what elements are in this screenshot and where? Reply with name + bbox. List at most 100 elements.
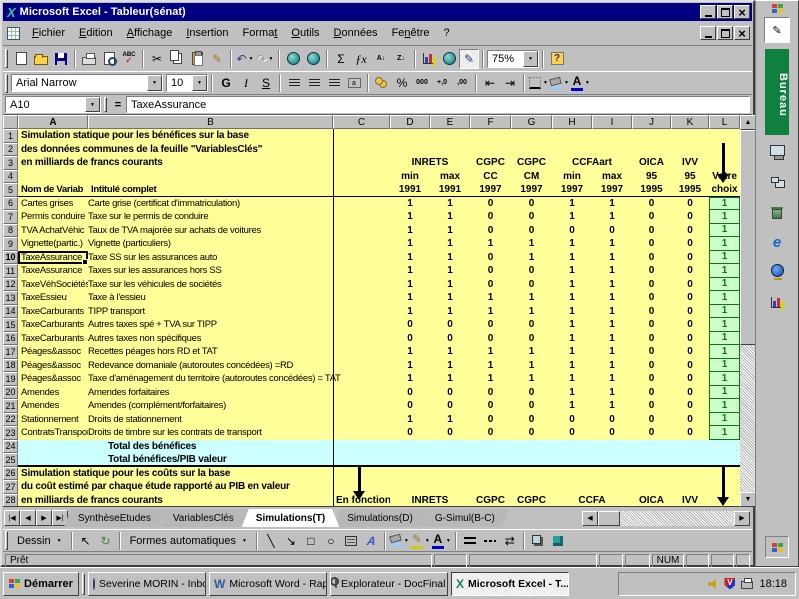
cell-L13[interactable]: 1 [709, 291, 740, 305]
row-header-25[interactable]: 25 [3, 453, 18, 467]
cell-A17[interactable]: Péages&assoc [18, 345, 88, 359]
cell-J15[interactable]: 0 [632, 318, 671, 332]
tab-prev-icon[interactable]: ◀ [20, 510, 36, 526]
task-button-1[interactable]: WMicrosoft Word - Rapp... [209, 572, 327, 596]
tab-first-icon[interactable]: |◀ [4, 510, 20, 526]
cell-K6[interactable]: 0 [671, 197, 709, 211]
cell-C11[interactable] [333, 264, 390, 278]
cell-J13[interactable]: 0 [632, 291, 671, 305]
cell-B13[interactable]: Taxe à l'essieu [88, 291, 333, 305]
cell-K7[interactable]: 0 [671, 210, 709, 224]
currency-icon[interactable] [372, 73, 392, 93]
cell-I11[interactable]: 1 [592, 264, 632, 278]
cell-G20[interactable]: 0 [511, 386, 552, 400]
cell-J18[interactable]: 0 [632, 359, 671, 373]
cell-F14[interactable]: 1 [470, 305, 511, 319]
cell-G12[interactable]: 0 [511, 278, 552, 292]
choice-header[interactable]: choix [709, 183, 740, 196]
new-note-button[interactable]: ✎ [764, 17, 790, 43]
cell-L21[interactable]: 1 [709, 399, 740, 413]
minimize-button[interactable] [700, 5, 716, 19]
cell-H19[interactable]: 1 [552, 372, 592, 386]
cell-B8[interactable]: Taux de TVA majorée sur achats de voitur… [88, 224, 333, 238]
workbook-restore-button[interactable] [717, 26, 733, 40]
cell-K9[interactable]: 0 [671, 237, 709, 251]
save-icon[interactable] [51, 49, 71, 69]
cell-L7[interactable]: 1 [709, 210, 740, 224]
cell-A11[interactable]: TaxeAssurance [18, 264, 88, 278]
paste-icon[interactable] [187, 49, 207, 69]
font-color-icon[interactable]: A▼ [431, 531, 452, 551]
row-header-15[interactable]: 15 [3, 318, 18, 332]
tab-synth-seetudes[interactable]: SynthèseEtudes [64, 509, 165, 527]
cell-F20[interactable]: 0 [470, 386, 511, 400]
font-size-combo[interactable]: 10 ▼ [166, 74, 208, 92]
bold-icon[interactable]: G [216, 73, 236, 93]
cell-G15[interactable]: 0 [511, 318, 552, 332]
cell-E13[interactable]: 1 [430, 291, 470, 305]
study-year-label[interactable]: 1997 [592, 183, 632, 196]
menu-item-1[interactable]: Edition [72, 24, 120, 42]
recycle-bin-button[interactable] [763, 199, 791, 225]
dash-style-icon[interactable] [480, 531, 500, 551]
redo-icon[interactable]: ↷▼ [255, 49, 275, 69]
cell-D9[interactable]: 1 [390, 237, 430, 251]
scroll-left-icon[interactable]: ◀ [582, 511, 598, 526]
select-all-corner[interactable] [3, 115, 18, 129]
cell-C9[interactable] [333, 237, 390, 251]
cell-I15[interactable]: 1 [592, 318, 632, 332]
cell-I13[interactable]: 1 [592, 291, 632, 305]
study-group-label[interactable]: CGPC [470, 156, 511, 170]
cell-B6[interactable]: Carte grise (certificat d'immatriculatio… [88, 197, 333, 211]
study-sub-label[interactable]: min [390, 170, 430, 184]
cell-A6[interactable]: Cartes grises [18, 197, 88, 211]
copy-icon[interactable] [167, 49, 187, 69]
cell-H20[interactable]: 1 [552, 386, 592, 400]
chevron-down-icon[interactable]: ▼ [192, 75, 207, 91]
cell-D22[interactable]: 1 [390, 413, 430, 427]
dessin-menu-button[interactable]: Dessin ▼ [11, 531, 68, 551]
cell-K19[interactable]: 0 [671, 372, 709, 386]
cell-K21[interactable]: 0 [671, 399, 709, 413]
autoshapes-menu-button[interactable]: Formes automatiques ▼ [124, 531, 253, 551]
cell-K22[interactable]: 0 [671, 413, 709, 427]
cell-I23[interactable]: 0 [592, 426, 632, 440]
cell-I16[interactable]: 1 [592, 332, 632, 346]
cell-L18[interactable]: 1 [709, 359, 740, 373]
decrease-indent-icon[interactable]: ⇤ [480, 73, 500, 93]
row-header-2[interactable]: 2 [3, 143, 18, 157]
cell-B21[interactable]: Amendes (complément/forfaitaires) [88, 399, 333, 413]
align-right-icon[interactable] [324, 73, 344, 93]
cell-L22[interactable]: 1 [709, 413, 740, 427]
cell-L8[interactable]: 1 [709, 224, 740, 238]
row-header-6[interactable]: 6 [3, 197, 18, 211]
cell-E11[interactable]: 1 [430, 264, 470, 278]
column-header-K[interactable]: K [671, 115, 709, 129]
cell-J8[interactable]: 0 [632, 224, 671, 238]
row-header-24[interactable]: 24 [3, 440, 18, 454]
column-header-E[interactable]: E [430, 115, 470, 129]
cell-C8[interactable] [333, 224, 390, 238]
cell-L6[interactable]: 1 [709, 197, 740, 211]
cell-F18[interactable]: 1 [470, 359, 511, 373]
cell-L10[interactable]: 1 [709, 251, 740, 265]
row-header-27[interactable]: 27 [3, 480, 18, 494]
cell-I12[interactable]: 1 [592, 278, 632, 292]
cell-H22[interactable]: 0 [552, 413, 592, 427]
column-header-H[interactable]: H [552, 115, 592, 129]
cell-E16[interactable]: 0 [430, 332, 470, 346]
study-sub-label[interactable]: 95 [671, 170, 709, 184]
drawing-icon[interactable]: ✎ [459, 49, 479, 69]
row-header-9[interactable]: 9 [3, 237, 18, 251]
cell-F13[interactable]: 1 [470, 291, 511, 305]
sort-descending-icon[interactable]: Z↓ [391, 49, 411, 69]
cell-C14[interactable] [333, 305, 390, 319]
row-header-1[interactable]: 1 [3, 129, 18, 143]
study-sub-label[interactable]: max [592, 170, 632, 184]
row-header-16[interactable]: 16 [3, 332, 18, 346]
rectangle-icon[interactable]: □ [301, 531, 321, 551]
cell-I19[interactable]: 1 [592, 372, 632, 386]
row-header-12[interactable]: 12 [3, 278, 18, 292]
cell-F11[interactable]: 0 [470, 264, 511, 278]
cell-I7[interactable]: 1 [592, 210, 632, 224]
